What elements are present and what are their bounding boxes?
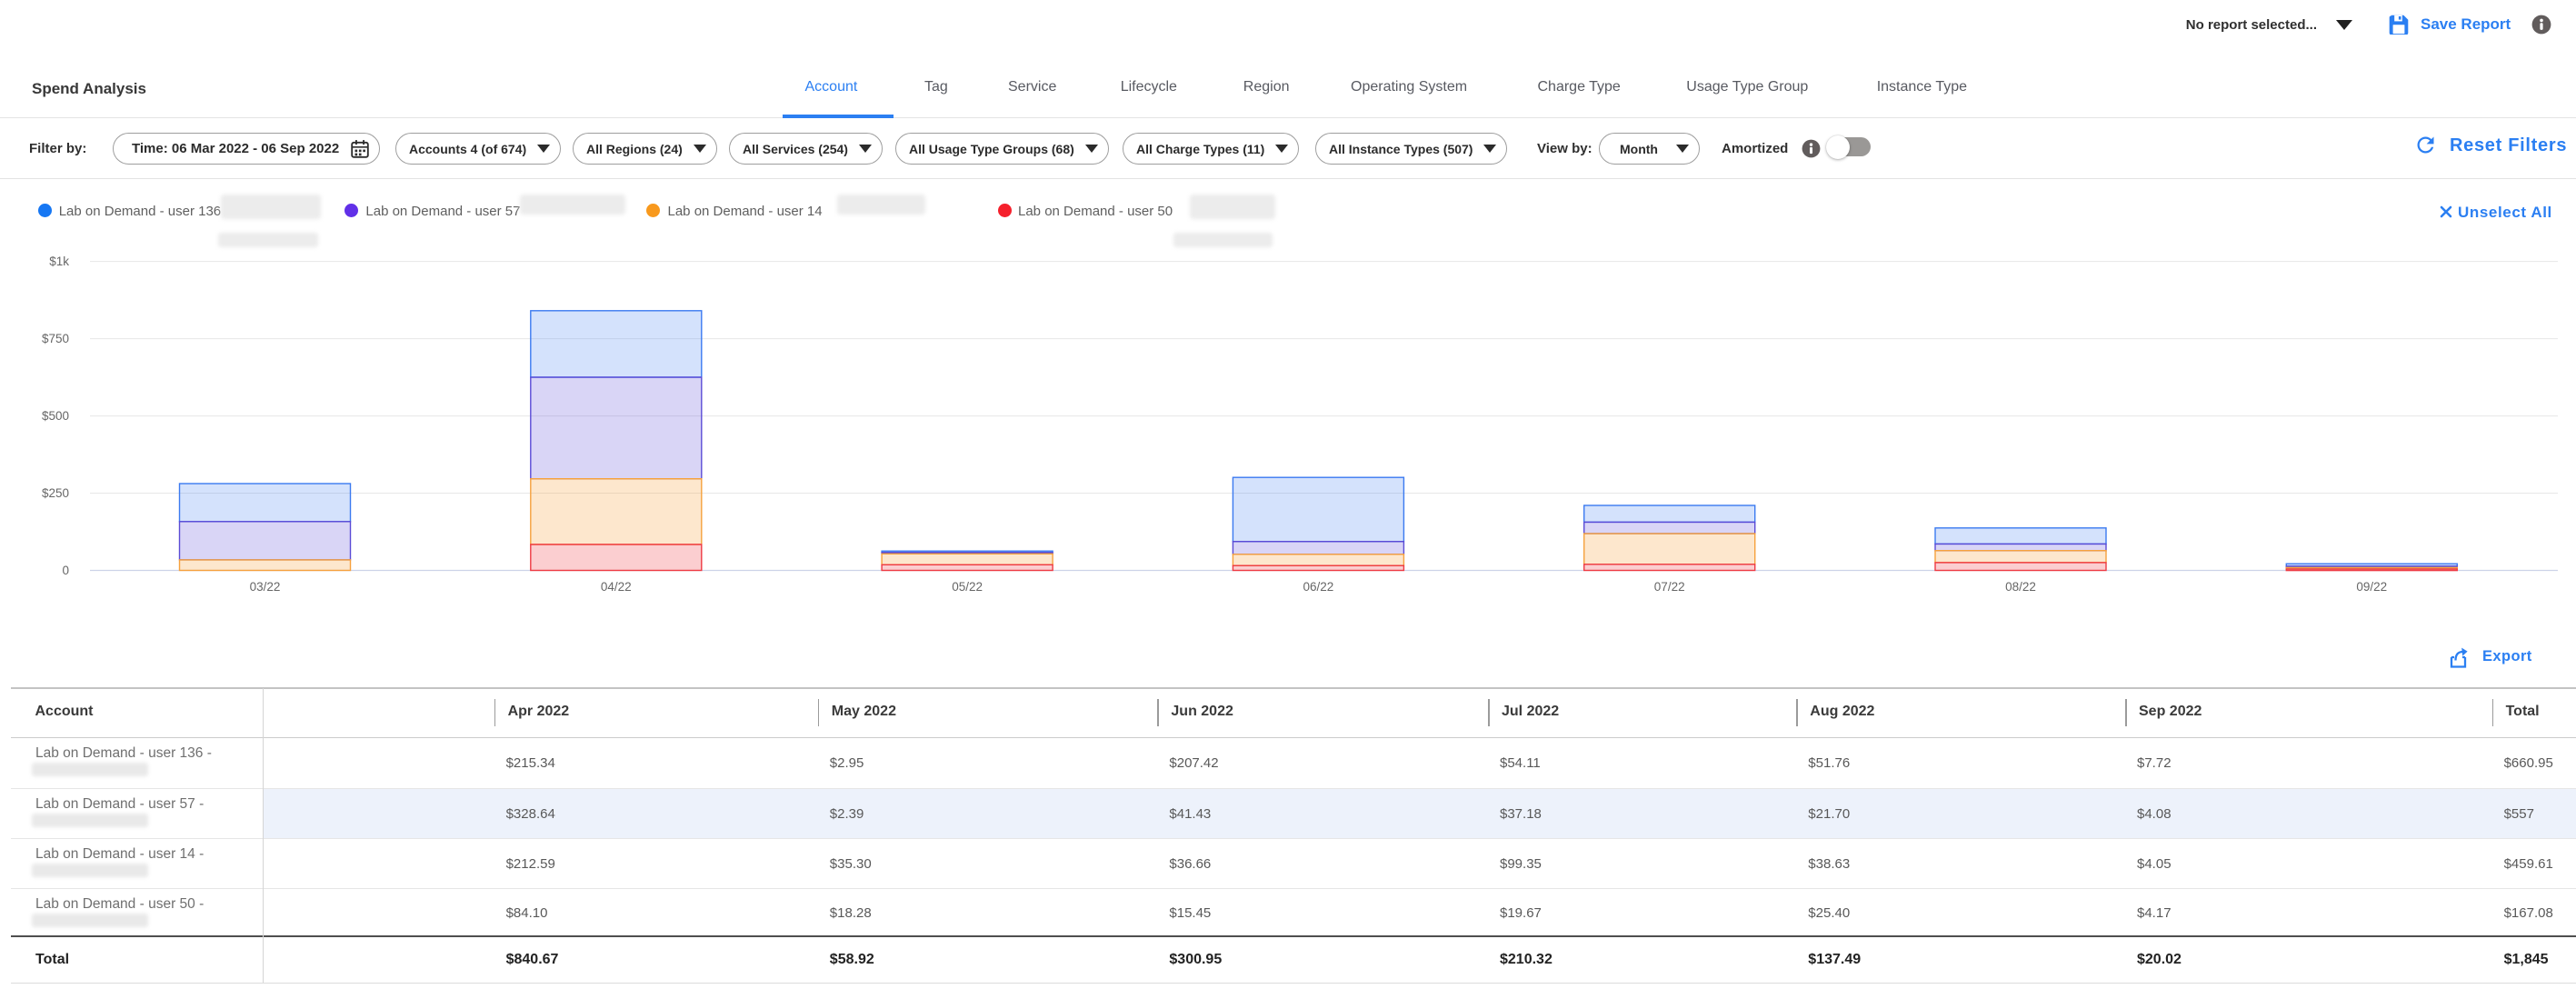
svg-text:03/22: 03/22	[250, 580, 281, 594]
svg-text:09/22: 09/22	[2356, 580, 2387, 594]
svg-text:04/22: 04/22	[601, 580, 632, 594]
svg-text:0: 0	[62, 564, 69, 577]
svg-text:07/22: 07/22	[1654, 580, 1685, 594]
svg-text:$1k: $1k	[49, 255, 69, 268]
svg-text:08/22: 08/22	[2005, 580, 2036, 594]
svg-text:$250: $250	[42, 486, 69, 500]
svg-text:05/22: 05/22	[952, 580, 983, 594]
svg-text:06/22: 06/22	[1303, 580, 1334, 594]
svg-text:$500: $500	[42, 409, 69, 423]
svg-text:$750: $750	[42, 332, 69, 345]
